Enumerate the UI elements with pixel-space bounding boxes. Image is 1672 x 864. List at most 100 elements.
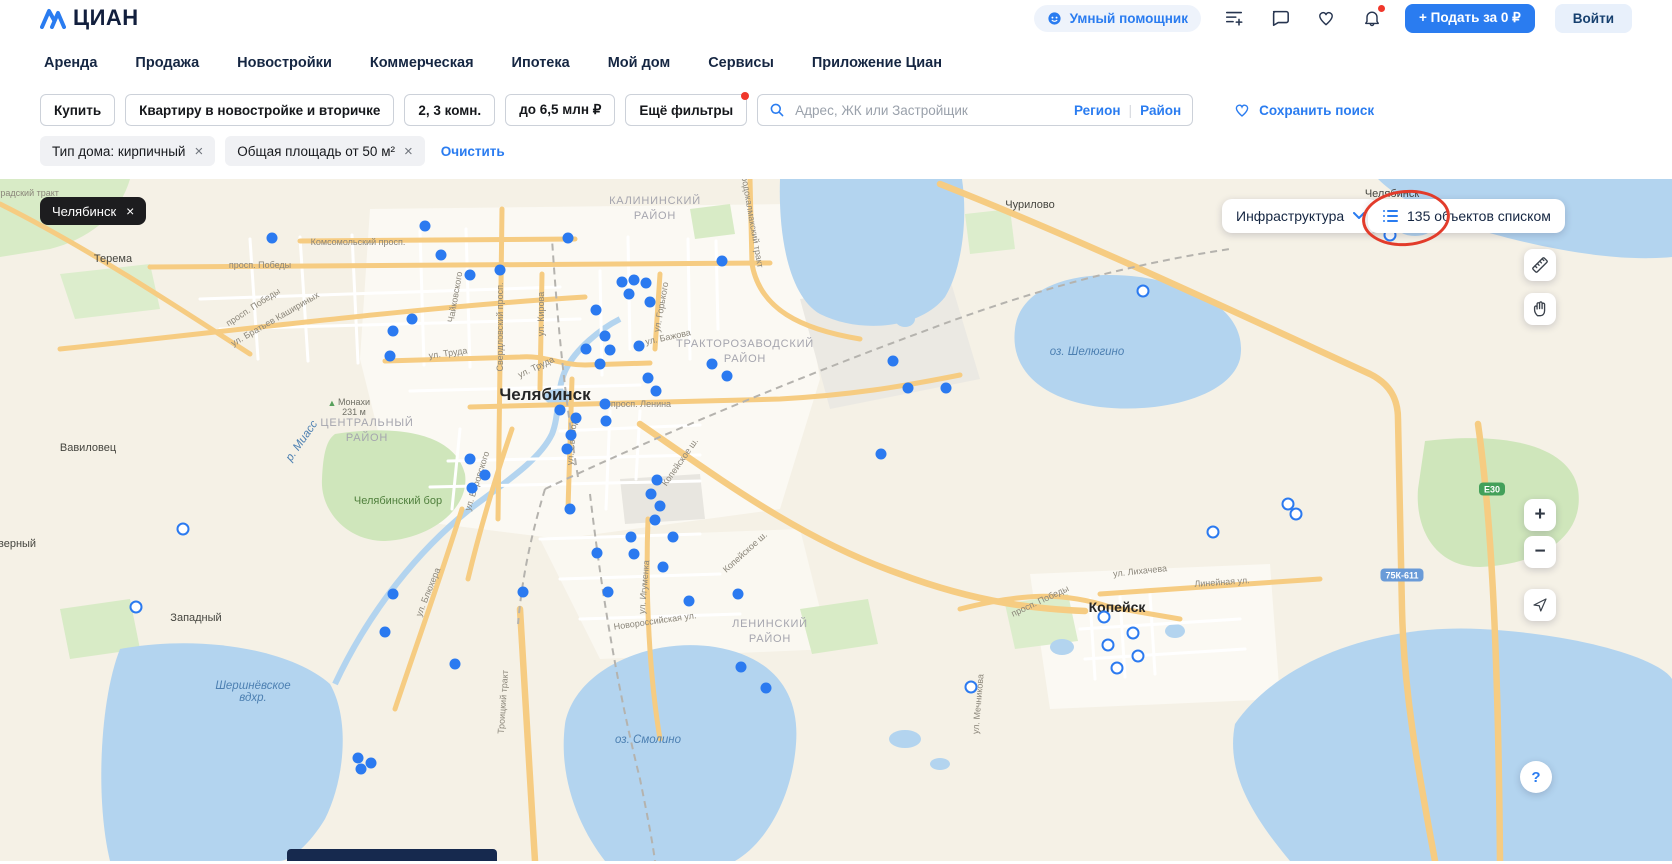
map-marker[interactable] bbox=[480, 470, 491, 481]
map-marker[interactable] bbox=[761, 683, 772, 694]
map-marker-outline[interactable] bbox=[1098, 611, 1111, 624]
chip-remove-icon[interactable]: × bbox=[404, 144, 413, 159]
map-marker-outline[interactable] bbox=[1111, 662, 1124, 675]
nav-item[interactable]: Сервисы bbox=[708, 55, 774, 71]
map-marker[interactable] bbox=[888, 356, 899, 367]
map-marker[interactable] bbox=[465, 270, 476, 281]
map-marker[interactable] bbox=[366, 758, 377, 769]
saved-searches-button[interactable] bbox=[1221, 5, 1247, 31]
map-marker[interactable] bbox=[420, 221, 431, 232]
map-marker[interactable] bbox=[876, 449, 887, 460]
map-marker[interactable] bbox=[736, 662, 747, 673]
map-marker[interactable] bbox=[267, 233, 278, 244]
infrastructure-button[interactable]: Инфраструктура bbox=[1222, 199, 1379, 233]
map-marker[interactable] bbox=[634, 341, 645, 352]
notifications-button[interactable] bbox=[1359, 5, 1385, 31]
nav-item[interactable]: Аренда bbox=[44, 55, 97, 71]
deal-type-button[interactable]: Купить bbox=[40, 94, 115, 126]
map-marker[interactable] bbox=[563, 233, 574, 244]
more-filters-button[interactable]: Ещё фильтры bbox=[625, 94, 747, 126]
save-search-button[interactable]: Сохранить поиск bbox=[1227, 100, 1380, 120]
map-marker[interactable] bbox=[733, 589, 744, 600]
map-marker-outline[interactable] bbox=[1102, 639, 1115, 652]
map-marker-outline[interactable] bbox=[177, 523, 190, 536]
map-marker[interactable] bbox=[629, 275, 640, 286]
messages-button[interactable] bbox=[1267, 5, 1293, 31]
ruler-button[interactable] bbox=[1524, 249, 1556, 281]
favorites-button[interactable] bbox=[1313, 5, 1339, 31]
hand-pan-button[interactable] bbox=[1524, 293, 1556, 325]
map-marker[interactable] bbox=[388, 589, 399, 600]
map-marker-outline[interactable] bbox=[1132, 650, 1145, 663]
map-marker[interactable] bbox=[603, 587, 614, 598]
map-canvas[interactable]: Челябинск × Инфраструктура 135 объектов … bbox=[0, 179, 1672, 861]
map-marker-outline[interactable] bbox=[130, 601, 143, 614]
map-marker[interactable] bbox=[555, 405, 566, 416]
price-button[interactable]: до 6,5 млн ₽ bbox=[505, 94, 615, 126]
clear-filters-button[interactable]: Очистить bbox=[435, 143, 511, 160]
map-marker[interactable] bbox=[595, 359, 606, 370]
map-marker[interactable] bbox=[617, 277, 628, 288]
map-marker[interactable] bbox=[581, 344, 592, 355]
district-link[interactable]: Район bbox=[1140, 103, 1181, 118]
map-marker[interactable] bbox=[658, 562, 669, 573]
map-marker[interactable] bbox=[668, 532, 679, 543]
map-marker[interactable] bbox=[385, 351, 396, 362]
map-marker[interactable] bbox=[626, 532, 637, 543]
region-link[interactable]: Регион bbox=[1074, 103, 1121, 118]
map-marker[interactable] bbox=[467, 483, 478, 494]
chip-remove-icon[interactable]: × bbox=[194, 144, 203, 159]
map-marker[interactable] bbox=[651, 386, 662, 397]
map-marker-outline[interactable] bbox=[1137, 285, 1150, 298]
search-input[interactable] bbox=[793, 102, 1066, 119]
map-marker[interactable] bbox=[565, 504, 576, 515]
map-marker-outline[interactable] bbox=[1207, 526, 1220, 539]
map-marker-outline[interactable] bbox=[1290, 508, 1303, 521]
nav-item[interactable]: Мой дом bbox=[608, 55, 670, 71]
map-marker[interactable] bbox=[436, 250, 447, 261]
objects-list-button[interactable]: 135 объектов списком bbox=[1368, 199, 1565, 233]
map-marker[interactable] bbox=[562, 444, 573, 455]
login-button[interactable]: Войти bbox=[1555, 4, 1632, 33]
post-listing-button[interactable]: + Подать за 0 ₽ bbox=[1405, 4, 1535, 33]
map-marker[interactable] bbox=[650, 515, 661, 526]
map-marker[interactable] bbox=[566, 430, 577, 441]
map-marker[interactable] bbox=[465, 454, 476, 465]
map-marker[interactable] bbox=[353, 753, 364, 764]
rooms-button[interactable]: 2, 3 комн. bbox=[404, 94, 495, 126]
map-marker[interactable] bbox=[380, 627, 391, 638]
map-marker[interactable] bbox=[722, 371, 733, 382]
map-marker[interactable] bbox=[605, 345, 616, 356]
map-marker[interactable] bbox=[652, 475, 663, 486]
map-marker[interactable] bbox=[645, 297, 656, 308]
map-marker[interactable] bbox=[407, 314, 418, 325]
map-marker[interactable] bbox=[518, 587, 529, 598]
map-marker-outline[interactable] bbox=[1127, 627, 1140, 640]
map-city-chip[interactable]: Челябинск × bbox=[40, 197, 146, 225]
map-marker[interactable] bbox=[684, 596, 695, 607]
map-marker[interactable] bbox=[643, 373, 654, 384]
nav-item[interactable]: Ипотека bbox=[512, 55, 570, 71]
zoom-out-button[interactable]: − bbox=[1524, 536, 1556, 568]
nav-item[interactable]: Продажа bbox=[135, 55, 199, 71]
locate-button[interactable] bbox=[1524, 589, 1556, 621]
map-marker[interactable] bbox=[646, 489, 657, 500]
map-marker[interactable] bbox=[601, 416, 612, 427]
map-marker[interactable] bbox=[450, 659, 461, 670]
map-marker[interactable] bbox=[629, 549, 640, 560]
nav-item[interactable]: Коммерческая bbox=[370, 55, 474, 71]
map-marker[interactable] bbox=[941, 383, 952, 394]
cian-logo[interactable]: ЦИАН bbox=[40, 5, 139, 31]
map-marker-outline[interactable] bbox=[965, 681, 978, 694]
nav-item[interactable]: Новостройки bbox=[237, 55, 332, 71]
zoom-in-button[interactable]: + bbox=[1524, 499, 1556, 531]
map-marker[interactable] bbox=[600, 331, 611, 342]
map-marker[interactable] bbox=[624, 289, 635, 300]
map-marker[interactable] bbox=[600, 399, 611, 410]
map-marker[interactable] bbox=[388, 326, 399, 337]
map-marker[interactable] bbox=[592, 548, 603, 559]
map-marker[interactable] bbox=[903, 383, 914, 394]
help-button[interactable]: ? bbox=[1520, 761, 1552, 793]
map-marker[interactable] bbox=[707, 359, 718, 370]
map-city-chip-close-icon[interactable]: × bbox=[126, 203, 134, 219]
